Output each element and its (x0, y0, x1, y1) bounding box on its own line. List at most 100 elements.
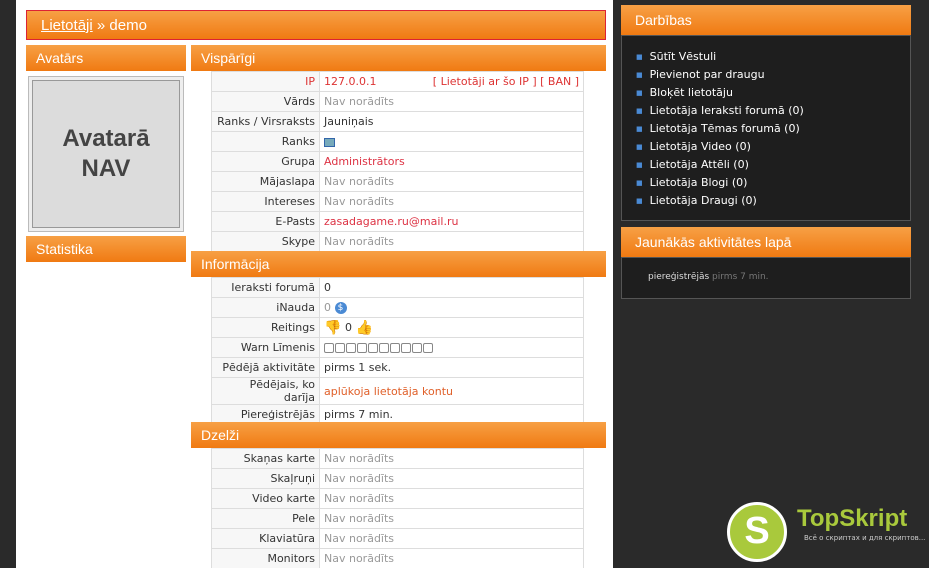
table-row: Skaļruņi Nav norādīts (211, 468, 584, 489)
row-key: Klaviatūra (211, 528, 320, 549)
row-value: Nav norādīts (319, 508, 584, 529)
row-value: Nav norādīts (319, 171, 584, 192)
table-row: IP 127.0.0.1[ Lietotāji ar šo IP ] [ BAN … (211, 71, 584, 92)
row-key: Pēdējais, ko darīja (211, 377, 320, 405)
table-row: Ranks (211, 131, 584, 152)
table-row: Grupa Administrātors (211, 151, 584, 172)
logo-tagline: Всё о скриптах и для скриптов... (804, 534, 926, 542)
last-action-link[interactable]: aplūkoja lietotāja kontu (319, 377, 584, 405)
row-key: Warn Līmenis (211, 337, 320, 358)
table-row: Skype Nav norādīts (211, 231, 584, 252)
action-add-friend[interactable]: Pievienot par draugu (636, 66, 910, 84)
row-key: Monitors (211, 548, 320, 568)
statistics-header: Statistika (26, 236, 186, 262)
avatar-text-line1: Avatarā (62, 125, 150, 152)
row-key: IP (211, 71, 320, 92)
row-key: E-Pasts (211, 211, 320, 232)
row-key: Grupa (211, 151, 320, 172)
hardware-header: Dzelži (191, 422, 606, 448)
actions-panel: Sūtīt Vēstuli Pievienot par draugu Bloķē… (621, 35, 911, 221)
thumbs-down-icon[interactable]: 👎 (324, 320, 341, 336)
action-friends[interactable]: Lietotāja Draugi (0) (636, 192, 910, 210)
row-value: pirms 1 sek. (319, 357, 584, 378)
breadcrumb-separator: » (92, 17, 110, 34)
info-table: Ieraksti forumā 0 iNauda 0 $ Reitings 👎 0 👍… (211, 277, 584, 425)
table-row: Klaviatūra Nav norādīts (211, 528, 584, 549)
table-row: Pēdējā aktivitāte pirms 1 sek. (211, 357, 584, 378)
activity-time: pirms 7 min. (712, 272, 769, 282)
table-row: Monitors Nav norādīts (211, 548, 584, 568)
row-key: Skaļruņi (211, 468, 320, 489)
activity-header: Jaunākās aktivitātes lapā (621, 227, 911, 257)
email-link[interactable]: zasadagame.ru@mail.ru (319, 211, 584, 232)
action-videos[interactable]: Lietotāja Video (0) (636, 138, 910, 156)
row-value: 0 $ (319, 297, 584, 318)
row-key: Skaņas karte (211, 448, 320, 469)
activity-entry[interactable]: piereģistrējās (648, 272, 709, 282)
row-value: 👎 0 👍 (319, 317, 584, 338)
row-value: Nav norādīts (319, 548, 584, 568)
breadcrumb-link-users[interactable]: Lietotāji (41, 17, 93, 34)
row-key: Skype (211, 231, 320, 252)
row-value: 127.0.0.1[ Lietotāji ar šo IP ] [ BAN ] (319, 71, 584, 92)
table-row: Reitings 👎 0 👍 (211, 317, 584, 338)
coin-icon: $ (334, 302, 347, 314)
row-key: Vārds (211, 91, 320, 112)
row-value: Nav norādīts (319, 91, 584, 112)
row-value: Nav norādīts (319, 468, 584, 489)
table-row: Ranks / Virsraksts Jauniņais (211, 111, 584, 132)
group-link[interactable]: Administrātors (319, 151, 584, 172)
activity-panel: piereģistrējās pirms 7 min. (621, 257, 911, 299)
avatar-placeholder: Avatarā NAV (32, 80, 180, 228)
row-key: Intereses (211, 191, 320, 212)
general-header: Vispārīgi (191, 45, 606, 71)
actions-list: Sūtīt Vēstuli Pievienot par draugu Bloķē… (622, 36, 910, 210)
table-row: Intereses Nav norādīts (211, 191, 584, 212)
row-key: Ranks (211, 131, 320, 152)
action-blogs[interactable]: Lietotāja Blogi (0) (636, 174, 910, 192)
row-key: Reitings (211, 317, 320, 338)
row-key: Mājaslapa (211, 171, 320, 192)
warn-level-indicator (319, 337, 584, 358)
row-value: Nav norādīts (319, 231, 584, 252)
avatar-header: Avatārs (26, 45, 186, 71)
hardware-table: Skaņas karte Nav norādīts Skaļruņi Nav nor… (211, 448, 584, 568)
info-header: Informācija (191, 251, 606, 277)
avatar-text-line2: NAV (81, 155, 131, 182)
breadcrumb-current: demo (109, 17, 147, 34)
table-row: Video karte Nav norādīts (211, 488, 584, 509)
action-images[interactable]: Lietotāja Attēli (0) (636, 156, 910, 174)
logo-name: TopSkript (797, 505, 908, 532)
table-row: Warn Līmenis (211, 337, 584, 358)
row-key: Pēdējā aktivitāte (211, 357, 320, 378)
table-row: Ieraksti forumā 0 (211, 277, 584, 298)
action-block-user[interactable]: Bloķēt lietotāju (636, 84, 910, 102)
table-row: Skaņas karte Nav norādīts (211, 448, 584, 469)
table-row: Vārds Nav norādīts (211, 91, 584, 112)
row-value (319, 131, 584, 152)
ip-actions-link[interactable]: [ Lietotāji ar šo IP ] [ BAN ] (433, 75, 579, 88)
row-key: iNauda (211, 297, 320, 318)
general-table: IP 127.0.0.1[ Lietotāji ar šo IP ] [ BAN … (211, 71, 584, 252)
row-key: Ranks / Virsraksts (211, 111, 320, 132)
breadcrumb: Lietotāji » demo (26, 10, 606, 40)
action-forum-topics[interactable]: Lietotāja Tēmas forumā (0) (636, 120, 910, 138)
table-row: Pēdējais, ko darīja aplūkoja lietotāja ko… (211, 377, 584, 405)
table-row: Mājaslapa Nav norādīts (211, 171, 584, 192)
actions-header: Darbības (621, 5, 911, 35)
row-value: Nav norādīts (319, 448, 584, 469)
table-row: Pele Nav norādīts (211, 508, 584, 529)
table-row: E-Pasts zasadagame.ru@mail.ru (211, 211, 584, 232)
topskript-logo-icon: S (727, 502, 787, 562)
row-value: Nav norādīts (319, 191, 584, 212)
row-value: Nav norādīts (319, 488, 584, 509)
row-value: Jauniņais (319, 111, 584, 132)
thumbs-up-icon[interactable]: 👍 (355, 320, 372, 336)
row-value: 0 (319, 277, 584, 298)
rank-icon (324, 137, 335, 147)
action-send-message[interactable]: Sūtīt Vēstuli (636, 48, 910, 66)
action-forum-posts[interactable]: Lietotāja Ieraksti forumā (0) (636, 102, 910, 120)
row-key: Ieraksti forumā (211, 277, 320, 298)
table-row: iNauda 0 $ (211, 297, 584, 318)
row-key: Pele (211, 508, 320, 529)
